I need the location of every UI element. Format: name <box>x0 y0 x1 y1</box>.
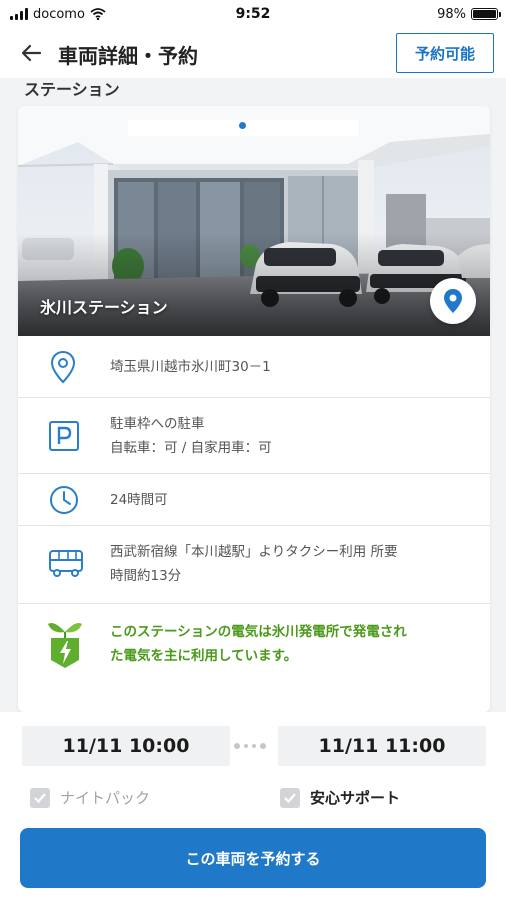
battery-percent: 98% <box>437 6 466 22</box>
status-time: 9:52 <box>235 6 271 22</box>
parking-detail: 自転車：可 / 自家用車：可 <box>110 440 272 456</box>
booking-panel: 11/11 10:00 11/11 11:00 ナイトパック 安心サポート この… <box>0 712 506 900</box>
hours-text: 24時間可 <box>110 492 168 508</box>
map-button[interactable] <box>430 278 476 324</box>
eco-energy-icon <box>48 623 82 668</box>
carousel-dot[interactable] <box>255 122 262 129</box>
app-header: 車両詳細・予約 予約可能 <box>0 28 506 78</box>
parking-icon <box>49 421 79 451</box>
carousel-dot[interactable] <box>239 122 246 129</box>
option-support-label: 安心サポート <box>310 789 401 807</box>
page-title: 車両詳細・予約 <box>58 44 198 68</box>
parking-title: 駐車枠への駐車 <box>110 416 205 432</box>
location-pin-icon <box>50 350 76 384</box>
carousel-indicator <box>239 122 262 129</box>
eco-line-1: このステーションの電気は氷川発電所で発電され <box>110 624 407 640</box>
option-night-pack[interactable]: ナイトパック <box>30 787 150 808</box>
section-title: ステーション <box>24 80 120 99</box>
info-row-address: 埼玉県川越市氷川町30－1 <box>18 336 490 398</box>
info-row-access: 西武新宿線「本川越駅」よりタクシー利用 所要 時間約13分 <box>18 526 490 604</box>
datetime-separator <box>234 743 266 749</box>
bus-icon <box>49 550 83 577</box>
status-bar: docomo 9:52 98% <box>0 0 506 28</box>
station-card: 氷川ステーション 埼玉県川越市氷川町30－1 駐車枠への駐車 自転車：可 / 自… <box>18 106 490 712</box>
end-datetime[interactable]: 11/11 11:00 <box>278 726 486 766</box>
info-row-parking: 駐車枠への駐車 自転車：可 / 自家用車：可 <box>18 398 490 474</box>
option-night-label: ナイトパック <box>60 789 151 807</box>
reserve-button[interactable]: この車両を予約する <box>20 828 486 888</box>
battery-fill <box>473 10 496 18</box>
check-icon <box>284 792 296 803</box>
clock-icon <box>50 486 78 514</box>
availability-button[interactable]: 予約可能 <box>396 33 494 73</box>
station-name: 氷川ステーション <box>40 298 168 317</box>
access-line-2: 時間約13分 <box>110 568 182 584</box>
station-photo[interactable]: 氷川ステーション <box>18 106 490 336</box>
start-datetime[interactable]: 11/11 10:00 <box>22 726 230 766</box>
address-text: 埼玉県川越市氷川町30－1 <box>110 359 271 375</box>
option-support[interactable]: 安心サポート <box>280 787 400 808</box>
checkbox[interactable] <box>280 787 300 808</box>
info-row-hours: 24時間可 <box>18 474 490 526</box>
battery-icon <box>471 8 501 20</box>
status-right: 98% <box>437 6 501 22</box>
arrow-left-icon[interactable] <box>18 40 46 66</box>
map-pin-icon <box>444 289 462 313</box>
check-icon <box>34 792 46 803</box>
info-row-eco: このステーションの電気は氷川発電所で発電され た電気を主に利用しています。 <box>18 604 490 712</box>
access-line-1: 西武新宿線「本川越駅」よりタクシー利用 所要 <box>110 544 398 560</box>
eco-line-2: た電気を主に利用しています。 <box>110 648 298 664</box>
checkbox[interactable] <box>30 787 50 808</box>
